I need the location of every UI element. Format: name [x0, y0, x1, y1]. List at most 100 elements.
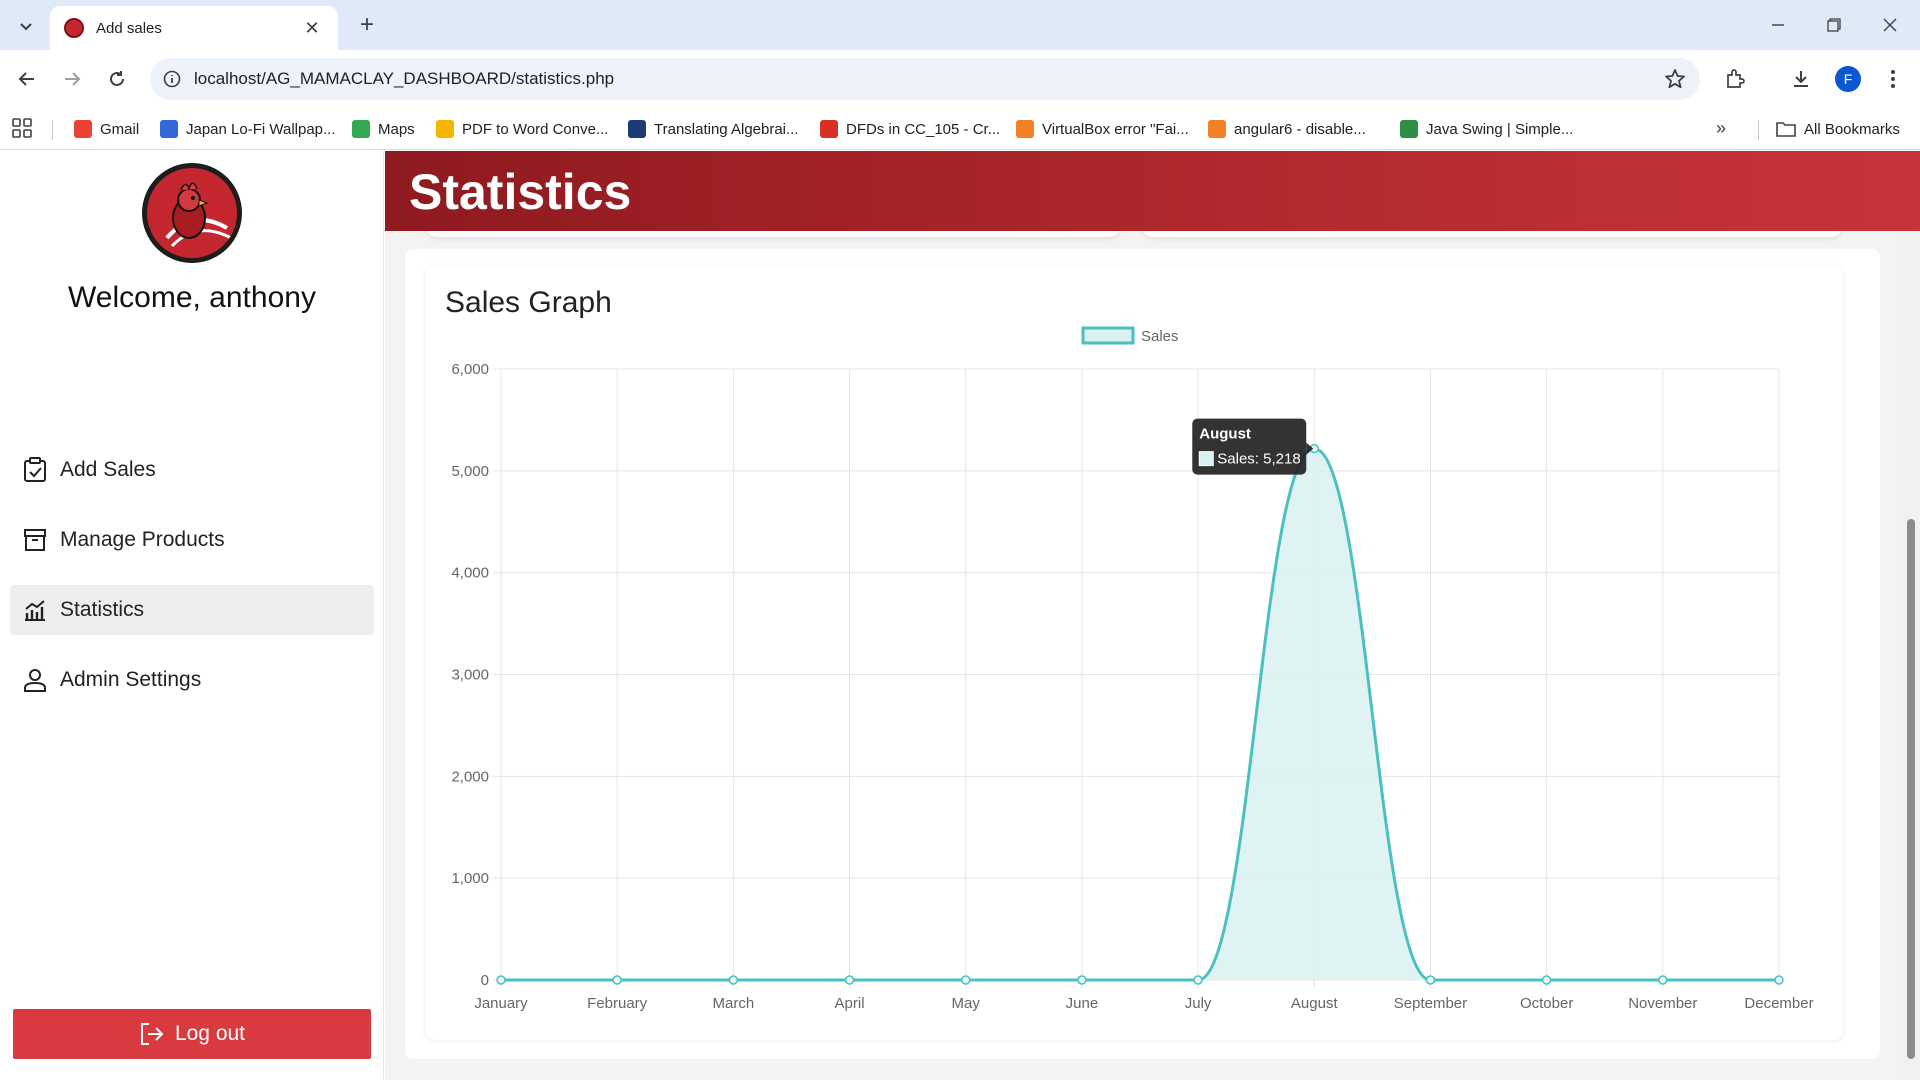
data-point	[844, 975, 855, 985]
sales-graph-card: Sales Graph 0 1,000 2,000 3,000 4,000 5,000 6,…	[425, 266, 1843, 1040]
wallpaper-site-icon	[160, 120, 178, 138]
reload-icon	[110, 71, 124, 86]
nav-admin-settings[interactable]: Admin Settings	[10, 655, 374, 705]
rooster-favicon-icon	[64, 18, 84, 38]
x-tick-label: November	[1628, 995, 1697, 1012]
all-bookmarks-label: All Bookmarks	[1804, 120, 1900, 138]
more-bookmarks-icon[interactable]: »	[1716, 118, 1726, 139]
x-tick-label: January	[474, 995, 528, 1012]
tooltip-swatch	[1198, 451, 1214, 467]
sales-line-chart[interactable]: 0 1,000 2,000 3,000 4,000 5,000 6,000 January Fe…	[425, 266, 1843, 1040]
bookmark-label: Maps	[378, 120, 415, 138]
x-tick-label: March	[713, 995, 755, 1012]
data-point	[960, 975, 971, 985]
nav-label: Add Sales	[60, 458, 156, 481]
nav-label: Statistics	[60, 598, 145, 621]
bookmarks-separator	[1758, 120, 1759, 140]
new-tab-button[interactable]: +	[352, 10, 382, 40]
bookmark-label: VirtualBox error "Fai...	[1042, 120, 1189, 138]
bookmark-item[interactable]: VirtualBox error "Fai...	[1016, 108, 1189, 150]
restore-icon	[1827, 18, 1841, 32]
person-icon	[22, 667, 48, 693]
scrollbar-thumb[interactable]	[1907, 519, 1915, 1059]
data-point	[612, 975, 622, 985]
address-bar[interactable]: localhost/AG_MAMACLAY_DASHBOARD/statisti…	[150, 58, 1700, 100]
bookmark-label: Java Swing | Simple...	[1426, 120, 1574, 138]
bookmark-item[interactable]: Japan Lo-Fi Wallpap...	[160, 108, 336, 150]
series-line	[501, 447, 1779, 982]
bookmark-item[interactable]: PDF to Word Conve...	[436, 108, 608, 150]
stackoverflow-icon	[1208, 120, 1226, 138]
tooltip-label: Sales: 5,218	[1217, 451, 1300, 468]
y-tick-label: 5,000	[451, 463, 489, 480]
tooltip-title: August	[1199, 426, 1251, 443]
geeksforgeeks-icon	[1400, 120, 1418, 138]
arrow-right-icon	[65, 72, 81, 86]
tab-title: Add sales	[96, 19, 162, 37]
bookmark-item[interactable]: Java Swing | Simple...	[1400, 108, 1573, 150]
data-point	[728, 975, 739, 985]
x-tick-label: October	[1520, 995, 1573, 1012]
nav-statistics[interactable]: Statistics	[10, 585, 374, 635]
series-area	[501, 448, 1779, 980]
all-bookmarks-button[interactable]: All Bookmarks	[1776, 108, 1900, 150]
bookmark-item[interactable]: Translating Algebrai...	[628, 108, 799, 150]
link-icon	[820, 120, 838, 138]
data-point	[1077, 975, 1087, 985]
reload-button[interactable]	[100, 62, 134, 96]
nav-manage-products[interactable]: Manage Products	[10, 515, 374, 565]
bookmarks-bar: Gmail Japan Lo-Fi Wallpap... Maps PDF to…	[0, 108, 1920, 150]
data-point	[1425, 975, 1436, 985]
data-point	[1774, 975, 1784, 985]
pdf-converter-icon	[436, 120, 454, 138]
clipboard-check-icon	[22, 457, 48, 483]
bookmark-label: Japan Lo-Fi Wallpap...	[186, 120, 336, 138]
profile-avatar[interactable]: F	[1835, 66, 1861, 92]
x-tick-label: May	[952, 995, 981, 1012]
logout-label: Log out	[174, 1022, 246, 1045]
restore-button[interactable]	[1814, 8, 1854, 42]
bookmark-item[interactable]: DFDs in CC_105 - Cr...	[820, 108, 1000, 150]
tab-search-button[interactable]	[12, 12, 40, 40]
logout-button[interactable]: Log out	[13, 1009, 371, 1059]
extensions-icon[interactable]	[1718, 62, 1752, 96]
close-icon	[1883, 18, 1897, 32]
forward-button[interactable]	[55, 62, 89, 96]
legend-label: Sales	[1141, 328, 1179, 345]
bookmark-item[interactable]: Maps	[352, 108, 415, 150]
nav-add-sales[interactable]: Add Sales	[10, 445, 374, 495]
menu-kebab-icon[interactable]	[1876, 62, 1910, 96]
welcome-text: Welcome, anthony	[68, 281, 316, 314]
bookmark-label: Translating Algebrai...	[654, 120, 799, 138]
legend-swatch	[1081, 326, 1135, 345]
y-tick-label: 4,000	[451, 565, 489, 582]
minimize-button[interactable]	[1758, 8, 1798, 42]
x-tick-label: April	[835, 995, 865, 1012]
bookmark-star-icon[interactable]	[1664, 68, 1686, 95]
page-scrollbar[interactable]	[1902, 151, 1920, 1080]
close-window-button[interactable]	[1870, 8, 1910, 42]
main-content: Statistics Sales Graph 0 1,000 2,000 3,000 4…	[385, 151, 1920, 1080]
chart-icon	[22, 597, 48, 623]
download-icon[interactable]	[1784, 62, 1818, 96]
apps-grid-icon[interactable]	[12, 118, 32, 143]
y-tick-label: 3,000	[451, 667, 489, 684]
y-tick-label: 1,000	[451, 870, 489, 887]
x-tick-label: July	[1185, 995, 1212, 1012]
minimize-icon	[1772, 24, 1784, 26]
bookmark-label: DFDs in CC_105 - Cr...	[846, 120, 1001, 138]
close-tab-icon[interactable]: ✕	[300, 16, 324, 40]
bookmark-item[interactable]: Gmail	[74, 108, 139, 150]
sidebar: Welcome, anthony Add Sales Manage Produc…	[0, 151, 384, 1080]
nav-label: Admin Settings	[60, 668, 202, 691]
y-tick-label: 2,000	[451, 768, 489, 785]
nav-label: Manage Products	[60, 528, 225, 551]
browser-tab[interactable]: Add sales ✕	[50, 6, 338, 50]
bookmark-item[interactable]: angular6 - disable...	[1208, 108, 1366, 150]
site-info-icon[interactable]	[150, 70, 194, 88]
bookmark-label: Gmail	[100, 120, 140, 138]
folder-icon	[1776, 122, 1796, 137]
back-button[interactable]	[10, 62, 44, 96]
y-tick-label: 0	[481, 972, 489, 989]
browser-tab-strip: Add sales ✕ +	[0, 0, 1920, 50]
